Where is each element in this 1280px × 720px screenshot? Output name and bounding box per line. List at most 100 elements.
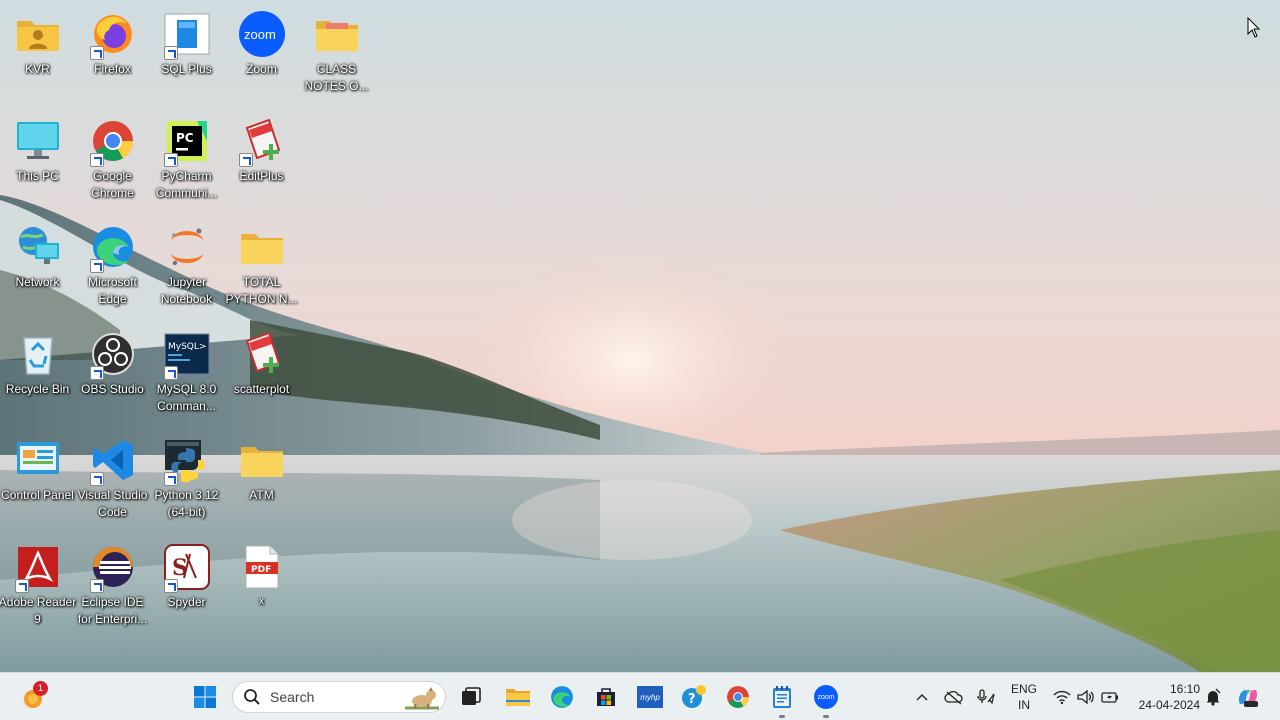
search-icon bbox=[244, 689, 260, 705]
desktop-icon-editplus[interactable]: EditPlus bbox=[224, 113, 299, 213]
help-app[interactable]: ? bbox=[678, 673, 710, 720]
svg-text:MySQL>: MySQL> bbox=[168, 342, 206, 352]
desktop-icon-total-python[interactable]: TOTAL PYTHON N... bbox=[224, 219, 299, 319]
desktop-icon-pycharm[interactable]: PC PyCharm Communi... bbox=[149, 113, 224, 213]
battery-charging-icon bbox=[1101, 692, 1118, 703]
windows-icon bbox=[194, 686, 216, 708]
start-button[interactable] bbox=[190, 673, 220, 720]
desktop-icon-eclipse[interactable]: Eclipse IDE for Enterpri... bbox=[75, 539, 150, 639]
notifications-button[interactable] bbox=[1202, 673, 1224, 720]
desktop-icon-microsoft-edge[interactable]: Microsoft Edge bbox=[75, 219, 150, 319]
running-indicator bbox=[779, 715, 785, 718]
desktop-icon-google-chrome[interactable]: Google Chrome bbox=[75, 113, 150, 213]
widgets-badge: 1 bbox=[33, 681, 48, 696]
sqlplus-icon bbox=[162, 10, 212, 60]
desktop-icon-atm[interactable]: ATM bbox=[224, 432, 299, 532]
pdf-file-icon: PDF bbox=[237, 543, 287, 591]
desktop-icon-firefox[interactable]: Firefox bbox=[75, 6, 150, 106]
desktop-icon-sql-plus[interactable]: SQL Plus bbox=[149, 6, 224, 106]
desktop-icon-this-pc[interactable]: This PC bbox=[0, 113, 75, 213]
edge-app[interactable] bbox=[546, 673, 578, 720]
desktop-icon-label: Network bbox=[15, 275, 60, 289]
desktop-icon-spyder[interactable]: S Spyder bbox=[149, 539, 224, 639]
desktop-icon-label: Adobe Reader 9 bbox=[0, 595, 77, 626]
taskbar: 1 Search myhp ? zoom ENG IN 16:10 24-04-… bbox=[0, 672, 1280, 720]
taskbar-search-box[interactable]: Search bbox=[232, 681, 446, 713]
wifi-icon bbox=[1053, 690, 1071, 705]
edge-icon bbox=[551, 686, 573, 708]
copilot-button[interactable] bbox=[1234, 673, 1262, 720]
vscode-icon bbox=[88, 436, 138, 486]
desktop-icon-label: PyCharm Communi... bbox=[155, 169, 218, 200]
volume-icon bbox=[1077, 689, 1094, 705]
microphone-tray[interactable] bbox=[974, 673, 998, 720]
zoom-app[interactable]: zoom bbox=[810, 673, 842, 720]
desktop-icon-class-notes[interactable]: CLASS NOTES O... bbox=[299, 6, 374, 106]
store-icon bbox=[597, 688, 615, 706]
desktop-icon-label: x bbox=[259, 596, 264, 607]
desktop-icon-label: EditPlus bbox=[239, 169, 284, 183]
quick-settings-button[interactable] bbox=[1050, 673, 1122, 720]
svg-text:zoom: zoom bbox=[244, 27, 276, 42]
desktop-icon-label: scatterplot bbox=[233, 382, 290, 396]
adobe-reader-icon bbox=[13, 543, 63, 593]
folder-icon bbox=[237, 436, 287, 484]
desktop-icon-network[interactable]: Network bbox=[0, 219, 75, 319]
desktop-icon-label: Recycle Bin bbox=[5, 382, 70, 396]
language-switcher[interactable]: ENG IN bbox=[1006, 673, 1042, 720]
desktop-icon-recycle-bin[interactable]: Recycle Bin bbox=[0, 326, 75, 426]
desktop-icon-obs-studio[interactable]: OBS Studio bbox=[75, 326, 150, 426]
desktop-icon-zoom[interactable]: zoom Zoom bbox=[224, 6, 299, 106]
desktop-icon-label: This PC bbox=[16, 169, 59, 183]
desktop-icon-adobe-reader[interactable]: Adobe Reader 9 bbox=[0, 539, 77, 639]
task-view-icon bbox=[462, 687, 481, 705]
desktop-icon-control-panel[interactable]: Control Panel bbox=[0, 432, 75, 532]
desktop-icon-label: Firefox bbox=[94, 62, 131, 76]
notepad-app[interactable] bbox=[766, 673, 798, 720]
folder-icon bbox=[312, 10, 362, 58]
svg-text:PDF: PDF bbox=[251, 565, 271, 575]
clock-date: 24-04-2024 bbox=[1138, 698, 1200, 712]
spyder-icon: S bbox=[162, 543, 212, 593]
widgets-button[interactable]: 1 bbox=[16, 673, 50, 720]
desktop-icon-label: Visual Studio Code bbox=[77, 488, 148, 519]
task-view-button[interactable] bbox=[456, 673, 486, 720]
desktop-icon-label: MySQL 8.0 Comman... bbox=[156, 382, 217, 413]
clock-button[interactable]: 16:10 24-04-2024 bbox=[1128, 673, 1200, 720]
folder-icon bbox=[237, 223, 287, 271]
desktop-icon-label: Jupyter Notebook bbox=[160, 275, 213, 306]
myhp-text: myhp bbox=[640, 692, 660, 702]
microphone-location-icon bbox=[977, 689, 995, 705]
file-explorer-app[interactable] bbox=[502, 673, 534, 720]
editplus-icon bbox=[237, 330, 287, 378]
show-hidden-icons-button[interactable] bbox=[912, 673, 932, 720]
jupyter-icon bbox=[162, 223, 212, 271]
desktop-icon-vscode[interactable]: Visual Studio Code bbox=[75, 432, 150, 532]
desktop-icon-label: Spyder bbox=[167, 595, 206, 609]
desktop-icon-python[interactable]: Python 3.12 (64-bit) bbox=[149, 432, 224, 532]
desktop-icon-mysql[interactable]: MySQL> MySQL 8.0 Comman... bbox=[149, 326, 224, 426]
recycle-bin-icon bbox=[13, 330, 63, 378]
onedrive-tray[interactable] bbox=[942, 673, 966, 720]
chevron-up-icon bbox=[916, 694, 928, 701]
edge-icon bbox=[88, 223, 138, 273]
search-highlight-dog-icon bbox=[405, 687, 439, 710]
store-app[interactable] bbox=[590, 673, 622, 720]
desktop-icon-label: KVR bbox=[25, 62, 50, 76]
chrome-icon bbox=[88, 117, 138, 167]
desktop-icon-x-pdf[interactable]: PDF x bbox=[224, 539, 299, 639]
chrome-app[interactable] bbox=[722, 673, 754, 720]
svg-text:PC: PC bbox=[176, 131, 194, 145]
desktop-icon-label: CLASS NOTES O... bbox=[304, 62, 369, 93]
myhp-app[interactable]: myhp bbox=[634, 673, 666, 720]
zoom-icon: zoom bbox=[814, 685, 838, 709]
desktop-icon-kvr[interactable]: KVR bbox=[0, 6, 75, 106]
language-code: ENG bbox=[1010, 682, 1037, 696]
notification-bell-icon bbox=[1206, 688, 1221, 706]
desktop-icon-label: OBS Studio bbox=[81, 382, 144, 396]
desktop-icon-scatterplot[interactable]: scatterplot bbox=[224, 326, 299, 426]
pycharm-icon: PC bbox=[162, 117, 212, 167]
desktop-icon-jupyter[interactable]: Jupyter Notebook bbox=[149, 219, 224, 319]
copilot-icon bbox=[1238, 690, 1258, 707]
editplus-icon bbox=[237, 117, 287, 167]
